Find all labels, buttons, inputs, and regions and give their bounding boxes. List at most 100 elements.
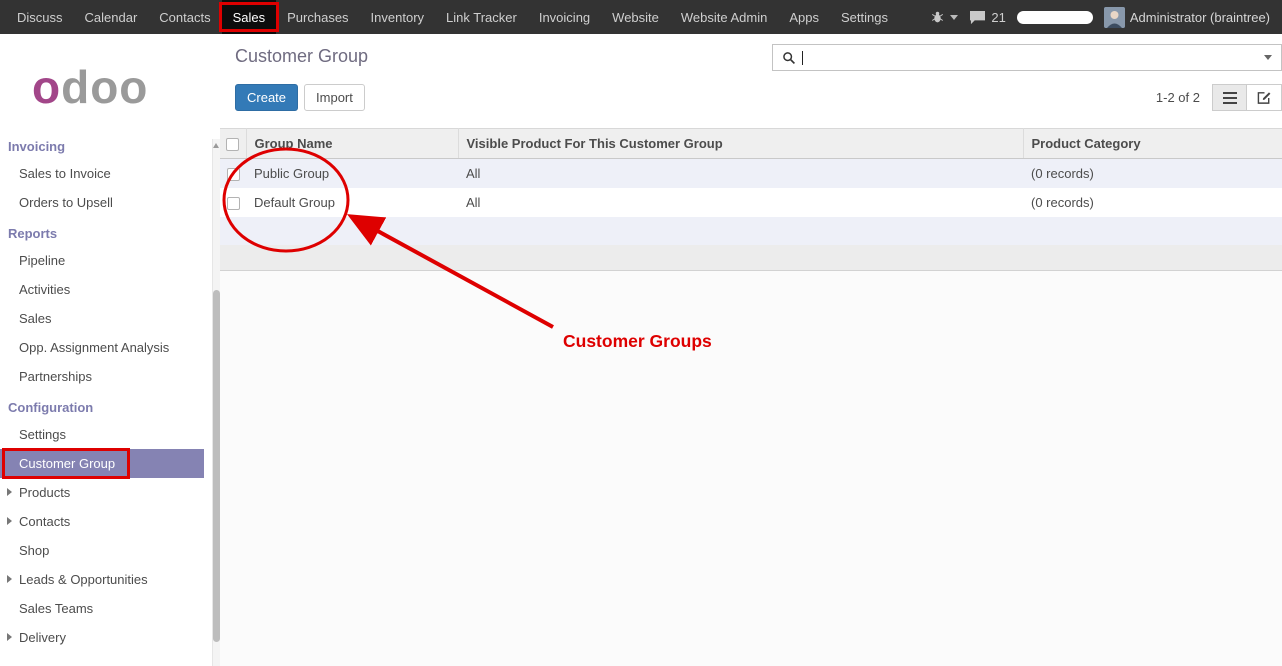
odoo-app-window: Discuss Calendar Contacts Sales Purchase… xyxy=(0,0,1282,666)
item-label: Leads & Opportunities xyxy=(19,572,148,587)
scrollbar-thumb[interactable] xyxy=(213,290,220,642)
sidebar-item-activities[interactable]: Activities xyxy=(0,275,204,304)
menu-label: Settings xyxy=(841,10,888,25)
cell-product-category[interactable]: (0 records) xyxy=(1023,188,1282,217)
sidebar-heading-configuration: Configuration xyxy=(0,391,220,420)
menu-label: Apps xyxy=(789,10,819,25)
item-label: Settings xyxy=(19,427,66,442)
create-button[interactable]: Create xyxy=(235,84,298,111)
menu-item-link-tracker[interactable]: Link Tracker xyxy=(435,0,528,34)
logo-letter: o xyxy=(32,61,61,113)
menu-label: Purchases xyxy=(287,10,348,25)
import-button[interactable]: Import xyxy=(304,84,365,111)
sidebar-item-opp-assignment-analysis[interactable]: Opp. Assignment Analysis xyxy=(0,333,204,362)
editable-list-view-button[interactable] xyxy=(1247,84,1282,111)
user-name: Administrator (braintree) xyxy=(1130,10,1270,25)
view-switcher xyxy=(1212,84,1282,111)
top-navbar: Discuss Calendar Contacts Sales Purchase… xyxy=(0,0,1282,34)
menu-item-contacts[interactable]: Contacts xyxy=(148,0,221,34)
cell-visible-product[interactable]: All xyxy=(458,188,1023,217)
menu-label: Calendar xyxy=(85,10,138,25)
sidebar-item-settings[interactable]: Settings xyxy=(0,420,204,449)
main-area: odoo Invoicing Sales to Invoice Orders t… xyxy=(0,34,1282,666)
menu-item-apps[interactable]: Apps xyxy=(778,0,830,34)
item-label: Shop xyxy=(19,543,49,558)
expand-arrow-icon[interactable] xyxy=(7,633,12,641)
item-label: Products xyxy=(19,485,70,500)
sidebar-section-reports: Reports Pipeline Activities Sales Opp. A… xyxy=(0,217,220,391)
sidebar-item-contacts[interactable]: Contacts xyxy=(0,507,204,536)
chevron-down-icon xyxy=(950,15,958,20)
sidebar-heading-reports: Reports xyxy=(0,217,220,246)
odoo-logo[interactable]: odoo xyxy=(0,34,220,130)
column-header-product-category[interactable]: Product Category xyxy=(1023,129,1282,159)
cell-product-category[interactable]: (0 records) xyxy=(1023,159,1282,189)
item-label: Partnerships xyxy=(19,369,92,384)
sidebar-item-sales-teams[interactable]: Sales Teams xyxy=(0,594,204,623)
cell-visible-product[interactable]: All xyxy=(458,159,1023,189)
menu-label: Website xyxy=(612,10,659,25)
sidebar-scrollbar[interactable] xyxy=(212,139,220,666)
expand-arrow-icon[interactable] xyxy=(7,575,12,583)
menu-item-sales[interactable]: Sales xyxy=(222,0,277,34)
messages-count: 21 xyxy=(991,10,1005,25)
customer-group-table: Group Name Visible Product For This Cust… xyxy=(220,128,1282,245)
row-checkbox-cell xyxy=(220,159,246,189)
menu-label: Sales xyxy=(233,10,266,25)
sidebar-item-sales-to-invoice[interactable]: Sales to Invoice xyxy=(0,159,204,188)
debug-menu-button[interactable] xyxy=(930,10,958,24)
sidebar-item-sales[interactable]: Sales xyxy=(0,304,204,333)
table-row[interactable]: Public Group All (0 records) xyxy=(220,159,1282,189)
search-options-chevron-icon[interactable] xyxy=(1264,55,1272,60)
sidebar-item-pipeline[interactable]: Pipeline xyxy=(0,246,204,275)
user-menu[interactable]: Administrator (braintree) xyxy=(1104,7,1270,28)
search-input[interactable] xyxy=(809,45,1258,70)
menu-label: Inventory xyxy=(371,10,424,25)
action-buttons: Create Import xyxy=(235,84,365,111)
cell-group-name[interactable]: Default Group xyxy=(246,188,458,217)
list-view-button[interactable] xyxy=(1212,84,1247,111)
menu-item-discuss[interactable]: Discuss xyxy=(6,0,74,34)
table-row[interactable]: Default Group All (0 records) xyxy=(220,188,1282,217)
item-label: Pipeline xyxy=(19,253,65,268)
menu-label: Contacts xyxy=(159,10,210,25)
row-checkbox[interactable] xyxy=(227,168,240,181)
messages-button[interactable]: 21 xyxy=(969,10,1005,25)
sidebar-item-products[interactable]: Products xyxy=(0,478,204,507)
column-header-group-name[interactable]: Group Name xyxy=(246,129,458,159)
expand-arrow-icon[interactable] xyxy=(7,517,12,525)
item-label: Contacts xyxy=(19,514,70,529)
sidebar-item-orders-to-upsell[interactable]: Orders to Upsell xyxy=(0,188,204,217)
item-label: Orders to Upsell xyxy=(19,195,113,210)
search-icon xyxy=(782,51,796,65)
sidebar: odoo Invoicing Sales to Invoice Orders t… xyxy=(0,34,220,666)
menu-item-calendar[interactable]: Calendar xyxy=(74,0,149,34)
search-bar[interactable] xyxy=(772,44,1282,71)
sidebar-item-delivery[interactable]: Delivery xyxy=(0,623,204,652)
menu-item-settings[interactable]: Settings xyxy=(830,0,899,34)
menu-item-invoicing[interactable]: Invoicing xyxy=(528,0,601,34)
menu-item-inventory[interactable]: Inventory xyxy=(360,0,435,34)
row-checkbox[interactable] xyxy=(227,197,240,210)
sidebar-section-configuration: Configuration Settings Customer Group Pr… xyxy=(0,391,220,652)
main-content: Customer Group Create Import 1-2 of 2 xyxy=(220,34,1282,666)
cell-group-name[interactable]: Public Group xyxy=(246,159,458,189)
sidebar-item-shop[interactable]: Shop xyxy=(0,536,204,565)
expand-arrow-icon[interactable] xyxy=(7,488,12,496)
select-all-checkbox[interactable] xyxy=(226,138,239,151)
pager-area: 1-2 of 2 xyxy=(1156,84,1282,111)
item-label: Customer Group xyxy=(19,456,115,471)
control-panel: Customer Group Create Import 1-2 of 2 xyxy=(220,34,1282,128)
menu-item-website-admin[interactable]: Website Admin xyxy=(670,0,778,34)
item-label: Delivery xyxy=(19,630,66,645)
menu-item-website[interactable]: Website xyxy=(601,0,670,34)
sidebar-item-customer-group[interactable]: Customer Group xyxy=(0,449,204,478)
item-label: Sales xyxy=(19,311,52,326)
menu-item-purchases[interactable]: Purchases xyxy=(276,0,359,34)
sidebar-item-partnerships[interactable]: Partnerships xyxy=(0,362,204,391)
column-header-visible-product[interactable]: Visible Product For This Customer Group xyxy=(458,129,1023,159)
page-title: Customer Group xyxy=(235,46,368,67)
menu-label: Link Tracker xyxy=(446,10,517,25)
sidebar-item-leads-opportunities[interactable]: Leads & Opportunities xyxy=(0,565,204,594)
scroll-up-arrow-icon[interactable] xyxy=(213,143,219,148)
